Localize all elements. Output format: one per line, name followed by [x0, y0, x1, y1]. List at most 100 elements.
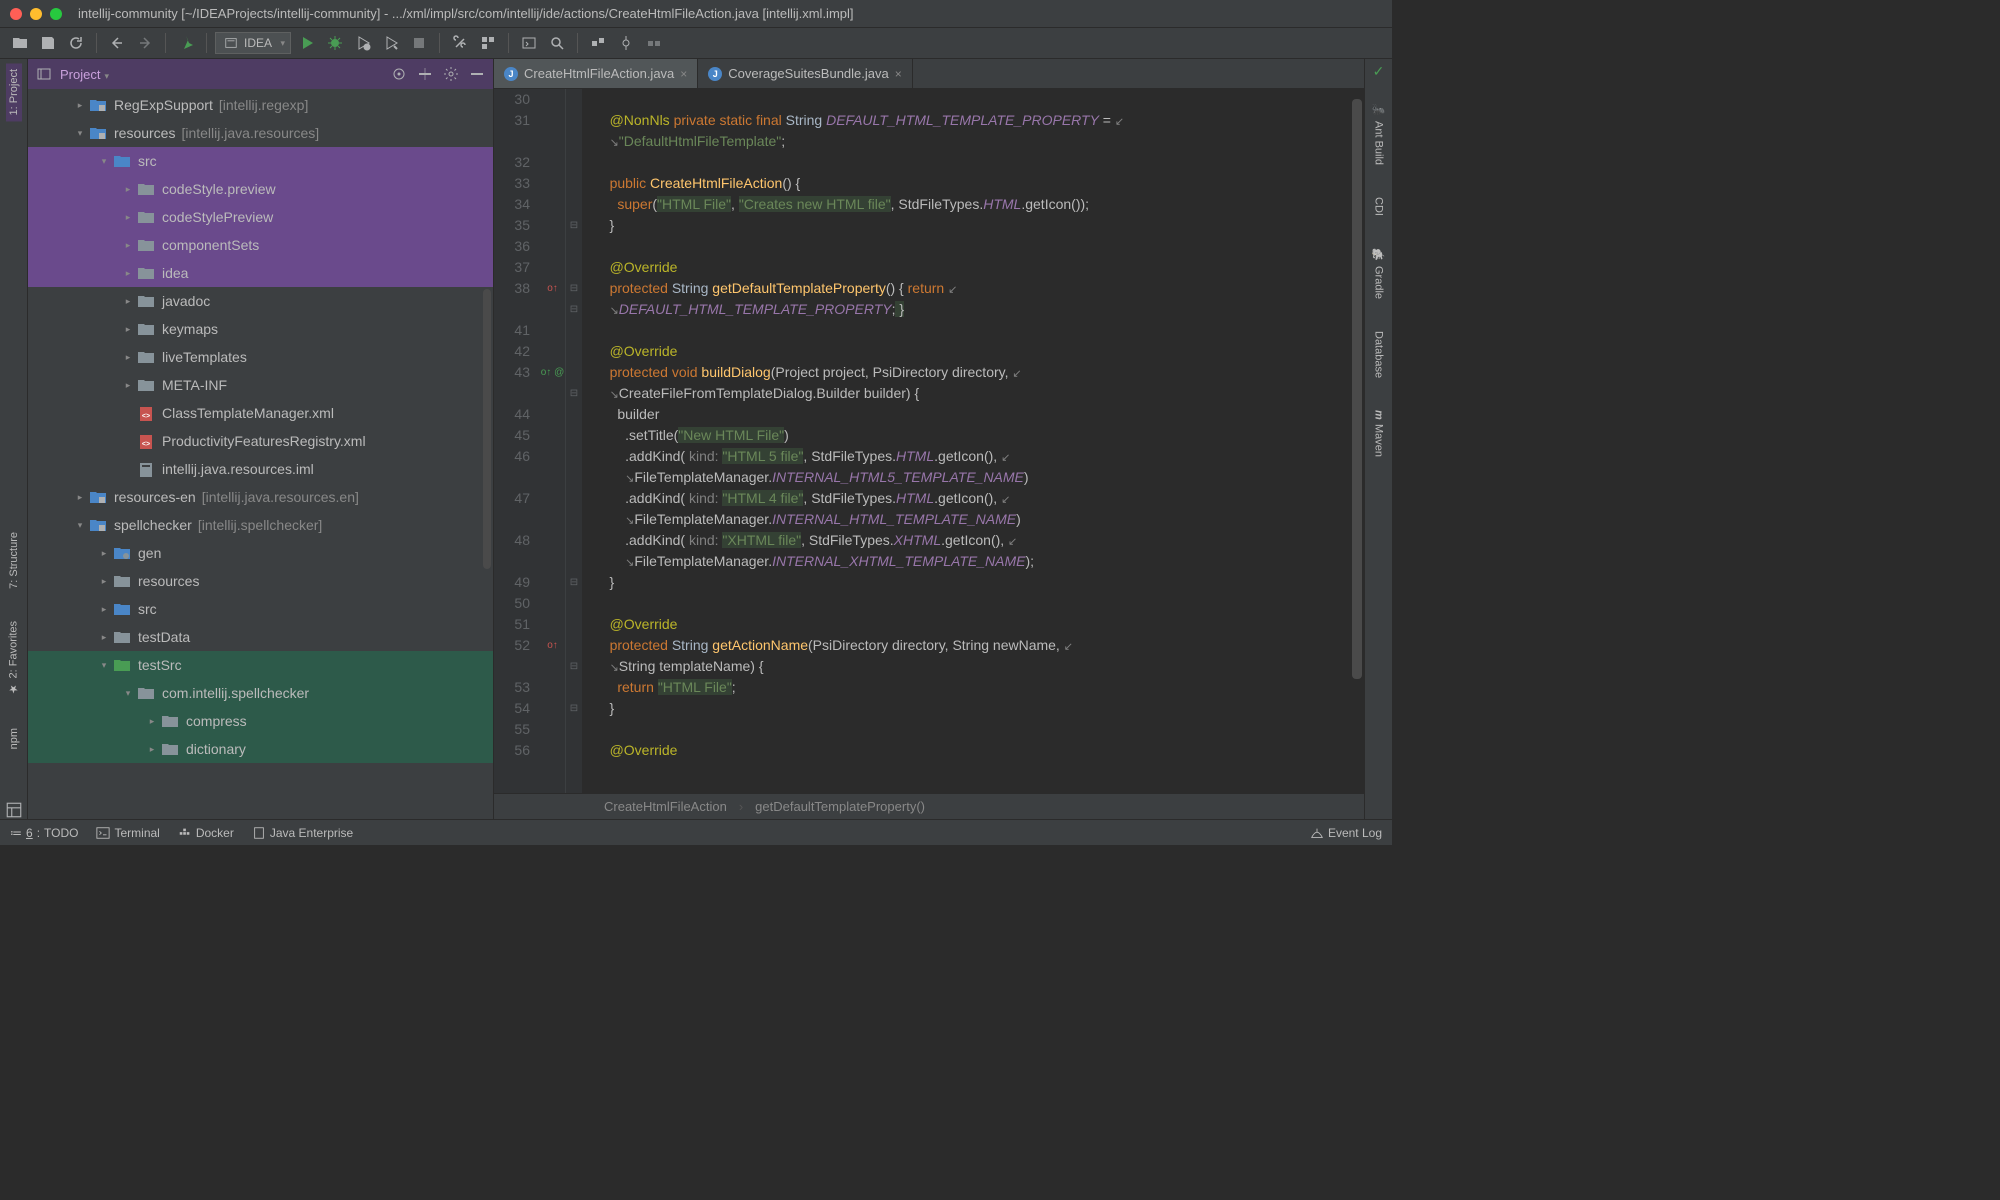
chevron-icon[interactable]: ▸ [118, 352, 138, 363]
tree-node[interactable]: ▸resources [28, 567, 493, 595]
docker-tool-button[interactable]: Docker [178, 826, 234, 840]
editor-tab[interactable]: JCreateHtmlFileAction.java× [494, 59, 698, 88]
chevron-icon[interactable]: ▾ [94, 660, 114, 671]
tree-node[interactable]: <>ClassTemplateManager.xml [28, 399, 493, 427]
tree-node[interactable]: ▸liveTemplates [28, 343, 493, 371]
tree-node[interactable]: ▸ src [28, 595, 493, 623]
node-label: src [138, 601, 157, 617]
close-window-button[interactable] [10, 8, 22, 20]
tool-windows-button[interactable] [5, 801, 23, 819]
close-tab-icon[interactable]: × [895, 67, 902, 81]
breadcrumb-class[interactable]: CreateHtmlFileAction [604, 799, 727, 814]
tree-node[interactable]: ▾com.intellij.spellchecker [28, 679, 493, 707]
chevron-icon[interactable]: ▸ [118, 240, 138, 251]
tree-node[interactable]: ▸RegExpSupport[intellij.regexp] [28, 91, 493, 119]
maximize-window-button[interactable] [50, 8, 62, 20]
gradle-tool-button[interactable]: 🐘Gradle [1370, 240, 1387, 306]
maven-tool-button[interactable]: mMaven [1371, 402, 1387, 465]
forward-button[interactable] [133, 31, 157, 55]
run-button[interactable] [295, 31, 319, 55]
refresh-button[interactable] [64, 31, 88, 55]
vcs-push-button[interactable] [642, 31, 666, 55]
tree-node[interactable]: ▸keymaps [28, 315, 493, 343]
stop-button[interactable] [407, 31, 431, 55]
project-tree[interactable]: ▸RegExpSupport[intellij.regexp]▾resource… [28, 89, 493, 819]
vcs-update-button[interactable] [586, 31, 610, 55]
database-tool-button[interactable]: Database [1371, 323, 1387, 386]
tree-node[interactable]: <>ProductivityFeaturesRegistry.xml [28, 427, 493, 455]
vcs-commit-button[interactable] [614, 31, 638, 55]
search-button[interactable] [545, 31, 569, 55]
tree-node[interactable]: ▾resources[intellij.java.resources] [28, 119, 493, 147]
tree-node[interactable]: ▾src [28, 147, 493, 175]
save-button[interactable] [36, 31, 60, 55]
chevron-icon[interactable]: ▸ [118, 212, 138, 223]
event-log-button[interactable]: Event Log [1310, 826, 1382, 840]
favorites-tool-button[interactable]: ★2: Favorites [5, 613, 22, 703]
chevron-icon[interactable]: ▸ [70, 100, 90, 111]
project-tool-button[interactable]: 1: Project [6, 63, 22, 121]
chevron-icon[interactable]: ▾ [70, 520, 90, 531]
chevron-icon[interactable]: ▸ [94, 604, 114, 615]
chevron-icon[interactable]: ▸ [142, 716, 162, 727]
chevron-icon[interactable]: ▸ [142, 744, 162, 755]
editor-scrollbar[interactable] [1352, 99, 1362, 679]
ant-tool-button[interactable]: 🐜Ant Build [1370, 96, 1387, 173]
run-anything-button[interactable] [517, 31, 541, 55]
todo-tool-button[interactable]: ≔ 6: TODO [10, 826, 78, 840]
tree-node[interactable]: ▸componentSets [28, 231, 493, 259]
tree-node[interactable]: ▸resources-en[intellij.java.resources.en… [28, 483, 493, 511]
chevron-icon[interactable]: ▸ [118, 324, 138, 335]
locate-file-icon[interactable] [391, 66, 407, 82]
settings-gear-icon[interactable] [443, 66, 459, 82]
tree-node[interactable]: ▾testSrc [28, 651, 493, 679]
chevron-icon[interactable]: ▸ [118, 296, 138, 307]
hide-panel-icon[interactable] [469, 66, 485, 82]
tree-node[interactable]: ▾spellchecker[intellij.spellchecker] [28, 511, 493, 539]
chevron-icon[interactable]: ▸ [118, 380, 138, 391]
profile-button[interactable] [379, 31, 403, 55]
javaee-tool-button[interactable]: Java Enterprise [252, 826, 353, 840]
tree-node[interactable]: ▸codeStylePreview [28, 203, 493, 231]
breadcrumb-method[interactable]: getDefaultTemplateProperty() [755, 799, 925, 814]
tree-node[interactable]: ▸compress [28, 707, 493, 735]
tree-node[interactable]: ▸gen [28, 539, 493, 567]
chevron-icon[interactable]: ▸ [94, 548, 114, 559]
tree-node[interactable]: intellij.java.resources.iml [28, 455, 493, 483]
code-editor[interactable]: 3031323334353637384142434445464748495051… [494, 89, 1364, 793]
code-content[interactable]: @NonNls private static final String DEFA… [582, 89, 1124, 793]
tree-node[interactable]: ▸idea [28, 259, 493, 287]
tree-scrollbar[interactable] [483, 289, 491, 569]
tree-node[interactable]: ▸testData [28, 623, 493, 651]
expand-all-icon[interactable] [417, 66, 433, 82]
terminal-tool-button[interactable]: Terminal [96, 826, 159, 840]
close-tab-icon[interactable]: × [680, 67, 687, 81]
back-button[interactable] [105, 31, 129, 55]
coverage-button[interactable] [351, 31, 375, 55]
tree-node[interactable]: ▸codeStyle.preview [28, 175, 493, 203]
tree-node[interactable]: ▸META-INF [28, 371, 493, 399]
chevron-icon[interactable]: ▾ [118, 688, 138, 699]
tree-node[interactable]: ▸dictionary [28, 735, 493, 763]
chevron-icon[interactable]: ▸ [118, 268, 138, 279]
open-file-button[interactable] [8, 31, 32, 55]
chevron-icon[interactable]: ▸ [94, 576, 114, 587]
chevron-icon[interactable]: ▾ [94, 156, 114, 167]
settings-button[interactable] [448, 31, 472, 55]
build-button[interactable] [174, 31, 198, 55]
editor-tab[interactable]: JCoverageSuitesBundle.java× [698, 59, 912, 88]
run-config-selector[interactable]: IDEA [215, 32, 291, 54]
chevron-icon[interactable]: ▸ [94, 632, 114, 643]
inspection-ok-icon[interactable]: ✓ [1373, 63, 1385, 80]
cdi-tool-button[interactable]: CDI [1371, 189, 1387, 224]
chevron-icon[interactable]: ▸ [70, 492, 90, 503]
project-structure-button[interactable] [476, 31, 500, 55]
npm-tool-button[interactable]: npm [6, 720, 22, 757]
structure-tool-button[interactable]: 7: Structure [6, 524, 22, 597]
tree-node[interactable]: ▸javadoc [28, 287, 493, 315]
project-panel-title[interactable]: Project▾ [60, 67, 383, 82]
chevron-icon[interactable]: ▾ [70, 128, 90, 139]
minimize-window-button[interactable] [30, 8, 42, 20]
chevron-icon[interactable]: ▸ [118, 184, 138, 195]
debug-button[interactable] [323, 31, 347, 55]
